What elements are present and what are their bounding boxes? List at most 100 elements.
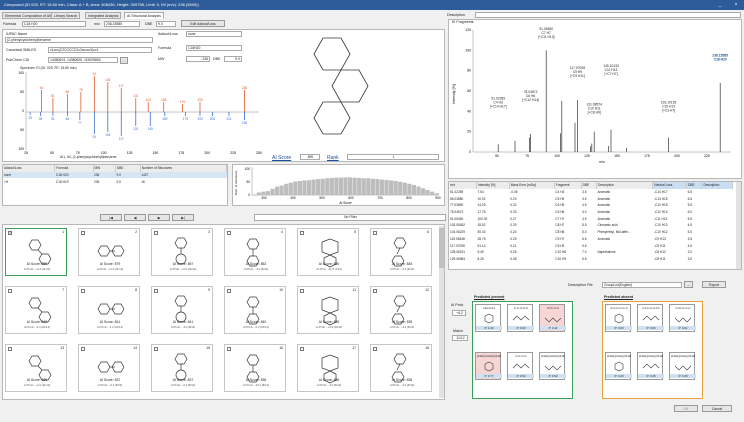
substructure-card[interactable]: C=C-C-C P: 0.42 <box>539 304 566 332</box>
iupac-field[interactable]: (2-phenylcyclohexyl)benzene <box>5 37 153 43</box>
structure-candidate-card[interactable]: 17 AI Score: 836 AI Prob.: -4.0 [8/12] <box>297 344 359 392</box>
structure-candidate-card[interactable]: 3 AI Score: 857 AI Prob.: +4.5 [10/12] <box>151 228 213 276</box>
candidate-checkbox[interactable] <box>81 347 85 351</box>
column-header[interactable]: DBE <box>686 182 703 189</box>
table-row[interactable]: 104.06229 50.43 0.24 C8 H8 5.0 Phenylethyl, M… <box>449 229 733 236</box>
adduct-field[interactable]: none <box>186 31 242 37</box>
structure-candidate-card[interactable]: 7 AI Score: 842 AI Prob.: -4.4 [10/12] <box>5 286 67 334</box>
grid-scrollbar[interactable] <box>439 226 444 398</box>
candidate-checkbox[interactable] <box>227 289 231 293</box>
candidate-checkbox[interactable] <box>8 347 12 351</box>
substructure-card[interactable]: [CH2]-[CH2]-[CH2] P: 0.52 <box>539 352 566 380</box>
pubchem-field[interactable]: 14380624, 14380625, 119025863 <box>48 57 118 63</box>
table-row[interactable]: 115.05448 28.76 0.25 C9 H7 6.5 Aromatic -C9 H1… <box>449 236 733 243</box>
structure-candidate-card[interactable]: 6 AI Score: 845 AI Prob.: -4.4 [8/12] <box>370 228 432 276</box>
last-page-button[interactable]: ▶| <box>172 214 194 221</box>
candidate-checkbox[interactable] <box>300 231 304 235</box>
column-header[interactable]: Number of Structures <box>140 165 228 172</box>
structure-candidate-card[interactable]: 16 AI Score: 836 AI Prob.: -10.1 [8/12] <box>224 344 286 392</box>
formula-field[interactable]: C18 H20 <box>22 21 86 27</box>
candidate-checkbox[interactable] <box>227 347 231 351</box>
column-header[interactable]: DBE <box>581 182 597 189</box>
info-formula-field[interactable]: C18H20 <box>186 45 242 51</box>
substructure-card[interactable]: C=C-C-C-C P: 0.01 <box>669 304 696 332</box>
substructure-card[interactable]: c1ccccc1 P: 1.00 <box>475 304 502 332</box>
column-header[interactable]: Mass Error [mDa] <box>509 182 555 189</box>
minimize-button[interactable]: _ <box>716 0 724 10</box>
mw-field[interactable]: 236 <box>186 56 210 62</box>
candidate-checkbox[interactable] <box>373 231 377 235</box>
substructure-card[interactable]: [CH2]-[CH2]-[CH2] P: 0.28 <box>637 352 664 380</box>
first-page-button[interactable]: |◀ <box>100 214 122 221</box>
candidate-checkbox[interactable] <box>373 289 377 293</box>
substructure-card[interactable]: [CH2]-[CH2]-[CH2] P: 0.29 <box>605 352 632 380</box>
prev-page-button[interactable]: ◀ <box>124 214 146 221</box>
candidate-checkbox[interactable] <box>227 231 231 235</box>
structure-candidate-card[interactable]: 13 AI Score: 839 AI Prob.: +4.2 [11/12] <box>5 344 67 392</box>
structure-candidate-card[interactable]: 8 AI Score: 841 AI Prob.: -1.4 [10/12] <box>78 286 140 334</box>
next-page-button[interactable]: ▶ <box>148 214 170 221</box>
table-row[interactable]: none C18 H20 236 9.0 1427 <box>3 171 227 179</box>
ai-score-field[interactable]: 890 <box>300 154 320 160</box>
info-dbe-field[interactable]: 9.0 <box>224 56 242 62</box>
column-header[interactable]: Formula <box>54 165 94 172</box>
table-row[interactable]: 129.06984 8.25 0.08 C10 H9 6.5 -C8 H11 3.5 <box>449 256 733 263</box>
candidate-checkbox[interactable] <box>154 231 158 235</box>
structure-candidate-card[interactable]: 18 AI Score: 836 AI Prob.: -4.4 [8/12] <box>370 344 432 392</box>
tab-integrated-analysis[interactable]: Integrated Analysis <box>85 12 122 19</box>
description-field[interactable] <box>475 12 741 18</box>
edit-adduct-loss-button[interactable]: Edit Adduct/Loss <box>181 20 225 27</box>
tab-ai-structural-analysis[interactable]: AI Structural Analysis <box>124 12 164 19</box>
structure-candidate-card[interactable]: 9 AI Score: 841 AI Prob.: -4.0 [8/12] <box>151 286 213 334</box>
table-row[interactable]: 77.03890 14.25 0.32 C6 H5 4.5 Aromatic -C12 H1… <box>449 202 733 209</box>
candidate-checkbox[interactable] <box>8 289 12 293</box>
table-row[interactable]: 51.02289 7.54 -0.06 C4 H3 3.5 Aromatic -C14 H1… <box>449 189 733 196</box>
column-header[interactable]: Description <box>596 182 654 189</box>
export-button[interactable]: Export <box>702 281 726 288</box>
substructure-card[interactable]: C-C-C-C-C P: 0.63 <box>507 304 534 332</box>
column-header[interactable]: m/z <box>449 182 477 189</box>
column-header[interactable]: DBE <box>115 165 141 172</box>
candidate-checkbox[interactable] <box>300 347 304 351</box>
column-header[interactable]: Description <box>701 182 733 189</box>
structure-candidate-card[interactable]: 5 AI Score: 850 AI Prob.: -11.6 [7/12] <box>297 228 359 276</box>
pubchem-browse-button[interactable]: … <box>120 56 128 64</box>
grid-scrollbar-thumb[interactable] <box>439 228 444 268</box>
structure-candidate-card[interactable]: 12 AI Score: 839 AI Prob.: -4.4 [8/12] <box>370 286 432 334</box>
cancel-button[interactable]: Cancel <box>702 405 732 412</box>
close-button[interactable]: × <box>732 0 740 10</box>
ok-button[interactable]: OK <box>674 405 698 412</box>
column-header[interactable]: Intensity [%] <box>476 182 510 189</box>
rank-field[interactable]: 1 <box>347 154 439 160</box>
substructure-card[interactable]: C-C-C-C-C-C P: 0.00 <box>605 304 632 332</box>
substructure-card[interactable]: [CH2]-[CH2]-[CH2] P: 0.28 <box>669 352 696 380</box>
structure-candidate-card[interactable]: 10 AI Score: 840 AI Prob.: -0.2 [10/12] <box>224 286 286 334</box>
dbe-field[interactable]: 9.0 <box>156 21 176 27</box>
candidate-checkbox[interactable] <box>154 347 158 351</box>
candidate-checkbox[interactable] <box>300 289 304 293</box>
table-row[interactable]: 91.05450 100.00 0.27 C7 H7 4.5 Aromatic -C11 H… <box>449 215 733 222</box>
structure-candidate-card[interactable]: 4 AI Score: 852 AI Prob.: -4.0 [8/12] <box>224 228 286 276</box>
tab-library-search[interactable]: Library Search <box>51 12 81 19</box>
structure-filter-select[interactable]: No Filter <box>254 214 446 221</box>
table-row[interactable]: 117.07008 51.14 0.21 C9 H9 5.5 -C9 H11 4.5 <box>449 242 733 249</box>
candidate-checkbox[interactable]: ✓ <box>8 231 12 235</box>
mz-field[interactable]: 236.15585 <box>104 21 140 27</box>
structure-candidate-card[interactable]: ✓ 1 AI Score: 890 AI Prob.: +4.2 [11/12] <box>5 228 67 276</box>
table-row[interactable]: 78.04673 17.76 0.33 C6 H6 4.0 Aromatic -C12 H1… <box>449 209 733 216</box>
candidate-checkbox[interactable] <box>81 289 85 293</box>
smiles-field[interactable]: c1ccc(C2CCCCC2c2ccccc2)cc1 <box>48 47 152 53</box>
column-header[interactable]: Fragment <box>554 182 582 189</box>
column-header[interactable]: Adduct/Loss <box>3 165 56 172</box>
structure-candidate-card[interactable]: 2 AI Score: 879 AI Prob.: +4.2 [11/12] <box>78 228 140 276</box>
column-header[interactable]: MW <box>93 165 116 172</box>
substructure-card[interactable]: C-C-C-C P: 0.53 <box>507 352 534 380</box>
tab-elemental-composition[interactable]: Elemental Composition of All <box>2 12 54 19</box>
candidate-checkbox[interactable] <box>154 289 158 293</box>
substructure-card[interactable]: C1-C-C-C-C1 P: 0.00 <box>637 304 664 332</box>
substructure-card[interactable]: [CH2]-[CH2]-[CH2] P: 0.77 <box>475 352 502 380</box>
structure-candidate-card[interactable]: 11 AI Score: 839 AI Prob.: +4.9 [10/12] <box>297 286 359 334</box>
table-row[interactable]: 103.05452 18.52 0.29 C8 H7 5.5 Cinnamic acid -… <box>449 222 733 229</box>
candidate-checkbox[interactable] <box>373 347 377 351</box>
match-field[interactable]: 11/12 <box>452 335 468 341</box>
